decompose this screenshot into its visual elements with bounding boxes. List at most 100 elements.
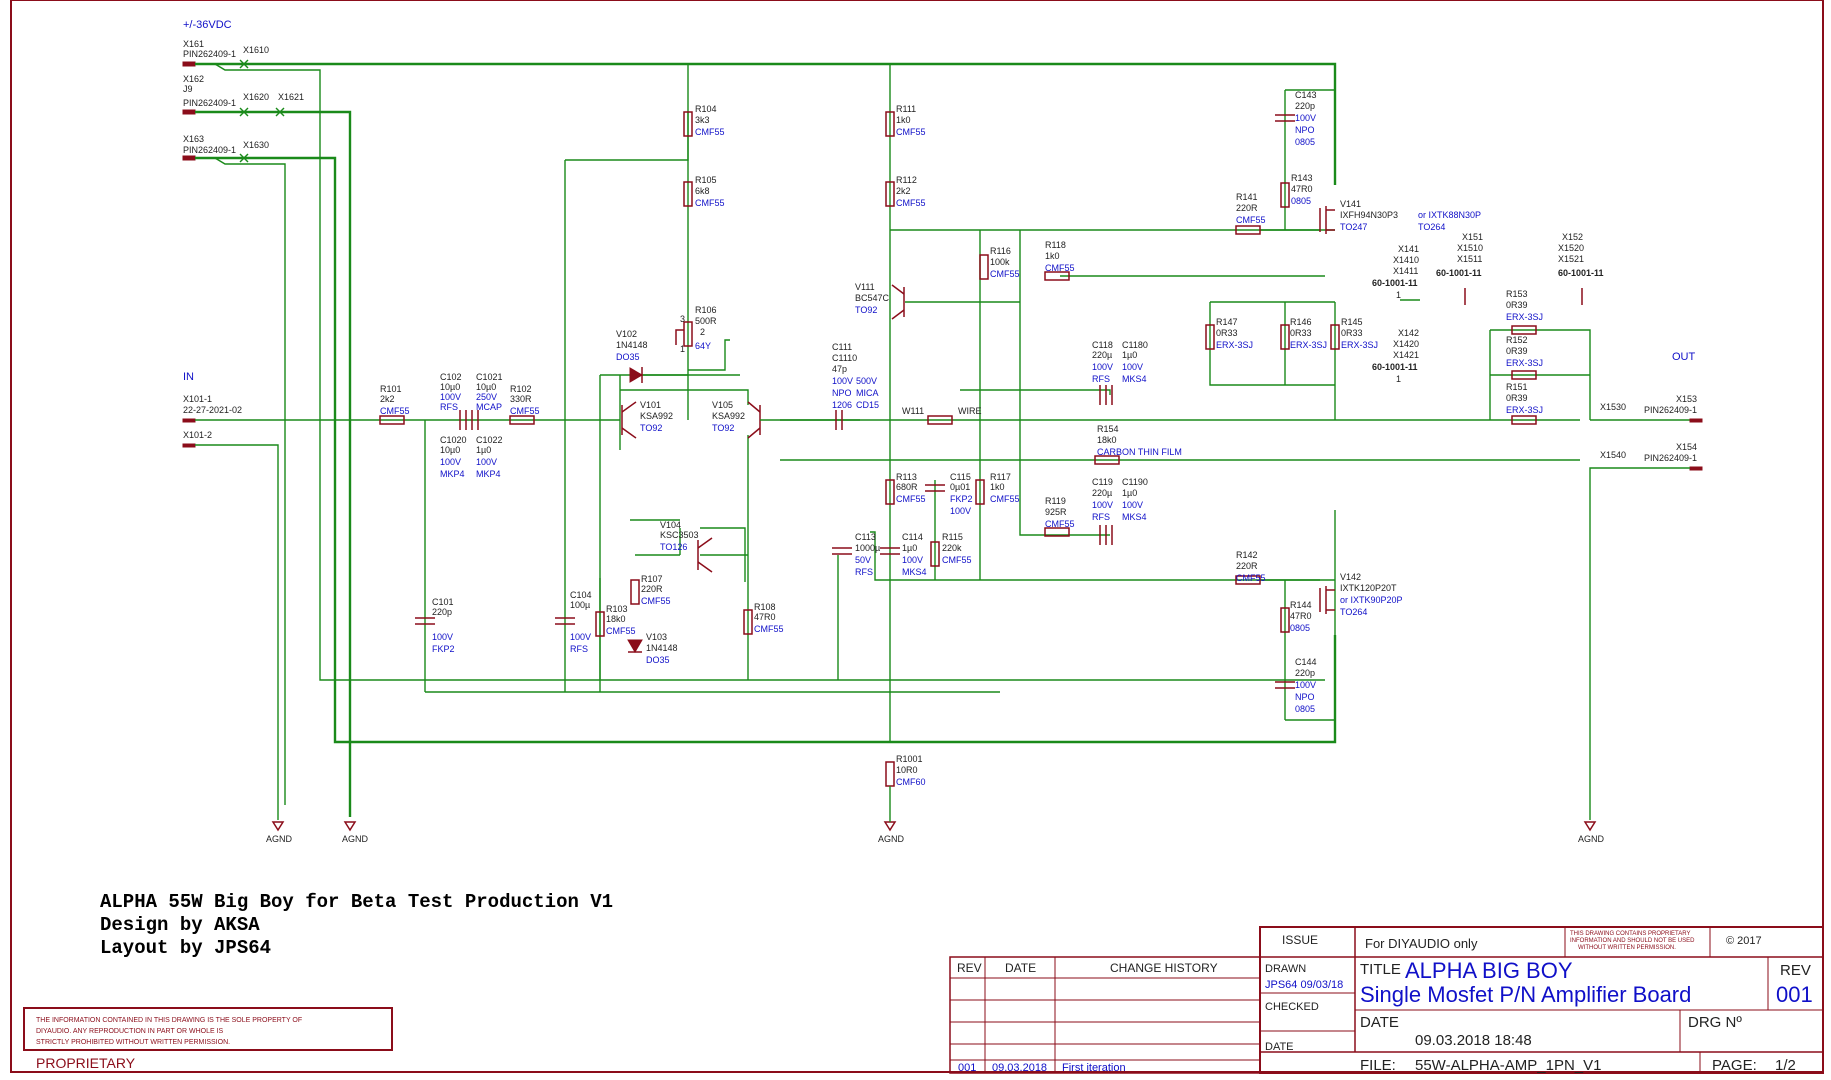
agnd-3: AGND (878, 786, 905, 844)
svg-text:MKS4: MKS4 (902, 567, 927, 577)
connector-x151: X151 X1510 X1511 60-1001-11 (1436, 232, 1483, 305)
svg-text:10µ0: 10µ0 (440, 382, 460, 392)
svg-text:KSA992: KSA992 (640, 411, 673, 421)
connector-x163: X163 PIN262409-1 X1630 (182, 134, 269, 161)
svg-text:2k2: 2k2 (380, 394, 395, 404)
resistor-r152: R152 0R39 ERX-3SJ (1506, 335, 1543, 380)
tb-title-line2: Single Mosfet P/N Amplifier Board (1360, 982, 1691, 1007)
resistor-r108: R108 47R0 CMF55 (743, 602, 784, 635)
connector-x161-pin (182, 61, 196, 67)
tb-title-label: TITLE (1360, 961, 1401, 978)
svg-text:R106: R106 (695, 305, 717, 315)
resistor-r147: R147 0R33 ERX-3SJ (1205, 317, 1253, 350)
connector-x162: X162 J9 PIN262409-1 X1620 X1621 (182, 74, 304, 115)
svg-text:TO264: TO264 (1418, 222, 1445, 232)
svg-text:X1530: X1530 (1600, 402, 1626, 412)
svg-text:X151: X151 (1462, 232, 1483, 242)
svg-text:1N4148: 1N4148 (616, 340, 648, 350)
svg-text:R1001: R1001 (896, 754, 923, 764)
capacitor-c102: C102 10µ0 100V RFS (440, 372, 467, 430)
svg-text:18k0: 18k0 (1097, 435, 1117, 445)
svg-text:TO264: TO264 (1340, 607, 1367, 617)
svg-text:TO247: TO247 (1340, 222, 1367, 232)
svg-text:STRICTLY PROHIBITED WITHOUT WR: STRICTLY PROHIBITED WITHOUT WRITTEN PERM… (36, 1039, 230, 1046)
svg-text:AGND: AGND (342, 834, 369, 844)
svg-text:C115: C115 (950, 472, 971, 482)
svg-text:250V: 250V (476, 392, 497, 402)
svg-text:X141: X141 (1398, 244, 1419, 254)
svg-text:C102: C102 (440, 372, 462, 382)
connector-x163-part: PIN262409-1 (183, 145, 236, 155)
capacitor-c1022: C1022 1µ0 100V MKP4 (476, 435, 503, 479)
svg-text:X142: X142 (1398, 328, 1419, 338)
svg-text:60-1001-11: 60-1001-11 (1372, 278, 1418, 288)
tb-notice3: WITHOUT WRITTEN PERMISSION. (1578, 945, 1676, 951)
tb-drawn-value: JPS64 09/03/18 (1265, 979, 1343, 991)
svg-text:C1180: C1180 (1122, 340, 1148, 350)
svg-text:330R: 330R (510, 394, 532, 404)
svg-text:100V: 100V (440, 392, 461, 402)
connector-x163-x: X1630 (243, 140, 269, 150)
svg-text:10µ0: 10µ0 (440, 445, 460, 455)
resistor-r112: R112 2k2 CMF55 (885, 175, 926, 208)
mosfet-v141: V141 IXFH94N30P3 TO247 or IXTK88N30P TO2… (1319, 199, 1481, 234)
in-label: IN (183, 371, 194, 383)
svg-text:ERX-3SJ: ERX-3SJ (1506, 358, 1543, 368)
capacitor-c119: C119 C1190 220µ 1µ0 100V 100V RFS MKS4 (1092, 477, 1148, 545)
svg-text:R153: R153 (1506, 289, 1528, 299)
svg-text:X154: X154 (1676, 442, 1697, 452)
svg-text:RFS: RFS (855, 567, 873, 577)
svg-text:1000µ: 1000µ (855, 543, 880, 553)
tb-drg-label: DRG Nº (1688, 1014, 1742, 1031)
tb-notice2: INFORMATION AND SHOULD NOT BE USED (1570, 938, 1695, 944)
svg-text:60-1001-11: 60-1001-11 (1436, 268, 1482, 278)
tb-file-label: FILE: (1360, 1057, 1396, 1074)
svg-text:PIN262409-1: PIN262409-1 (1644, 405, 1697, 415)
svg-text:18k0: 18k0 (606, 614, 626, 624)
svg-text:KSC3503: KSC3503 (660, 530, 699, 540)
connector-x163-pin (182, 155, 196, 161)
svg-text:100k: 100k (990, 257, 1010, 267)
connector-x163-ref: X163 (183, 134, 204, 144)
resistor-r141: R141 220R CMF55 (1235, 192, 1266, 235)
tb-rev-label: REV (1780, 962, 1811, 979)
agnd-1: AGND (266, 821, 293, 844)
svg-text:R147: R147 (1216, 317, 1238, 327)
svg-text:R108: R108 (754, 602, 776, 612)
svg-text:X1521: X1521 (1558, 254, 1584, 264)
trimmer-r106: R106 500R 64Y 2 3 1 (675, 305, 717, 354)
tb-issue-label: ISSUE (1282, 933, 1318, 947)
svg-text:R144: R144 (1290, 600, 1312, 610)
svg-text:CMF55: CMF55 (695, 198, 725, 208)
svg-text:3: 3 (680, 314, 685, 324)
svg-text:V103: V103 (646, 632, 667, 642)
resistor-r1001: R1001 10R0 CMF60 (885, 754, 926, 787)
svg-text:NPO: NPO (1295, 125, 1315, 135)
svg-text:CMF55: CMF55 (896, 198, 926, 208)
tb-date-label: DATE (1360, 1014, 1399, 1031)
svg-text:MKP4: MKP4 (440, 469, 465, 479)
svg-text:V142: V142 (1340, 572, 1361, 582)
connector-x154: X154 PIN262409-1 X1540 (1589, 442, 1703, 820)
connector-x153: X153 PIN262409-1 X1530 (1600, 394, 1703, 423)
svg-text:100V: 100V (570, 632, 591, 642)
capacitor-c101: C101 220p 100V FKP2 (415, 597, 455, 654)
svg-text:220µ: 220µ (1092, 488, 1112, 498)
svg-text:KSA992: KSA992 (712, 411, 745, 421)
svg-text:1N4148: 1N4148 (646, 643, 678, 653)
svg-text:THE INFORMATION CONTAINED IN T: THE INFORMATION CONTAINED IN THIS DRAWIN… (36, 1017, 302, 1024)
rev-row-rev: 001 (958, 1062, 976, 1074)
out-label: OUT (1672, 351, 1696, 363)
capacitor-c114: C114 1µ0 100V MKS4 (880, 532, 927, 577)
credits-line1: ALPHA 55W Big Boy for Beta Test Producti… (100, 891, 613, 913)
svg-text:BC547C: BC547C (855, 293, 890, 303)
svg-text:X1420: X1420 (1393, 339, 1419, 349)
tb-notice1: THIS DRAWING CONTAINS PROPRIETARY (1570, 931, 1690, 937)
resistor-r154: R154 18k0 CARBON THIN FILM (1094, 424, 1182, 465)
svg-text:0µ01: 0µ01 (950, 482, 970, 492)
resistor-r101: R101 2k2 CMF55 (379, 384, 410, 425)
svg-text:MKP4: MKP4 (476, 469, 501, 479)
svg-text:2: 2 (700, 327, 705, 337)
capacitor-c113: C113 1000µ 50V RFS (832, 532, 880, 577)
connector-x142: X142 X1420 X1421 60-1001-11 1 (1372, 328, 1419, 384)
